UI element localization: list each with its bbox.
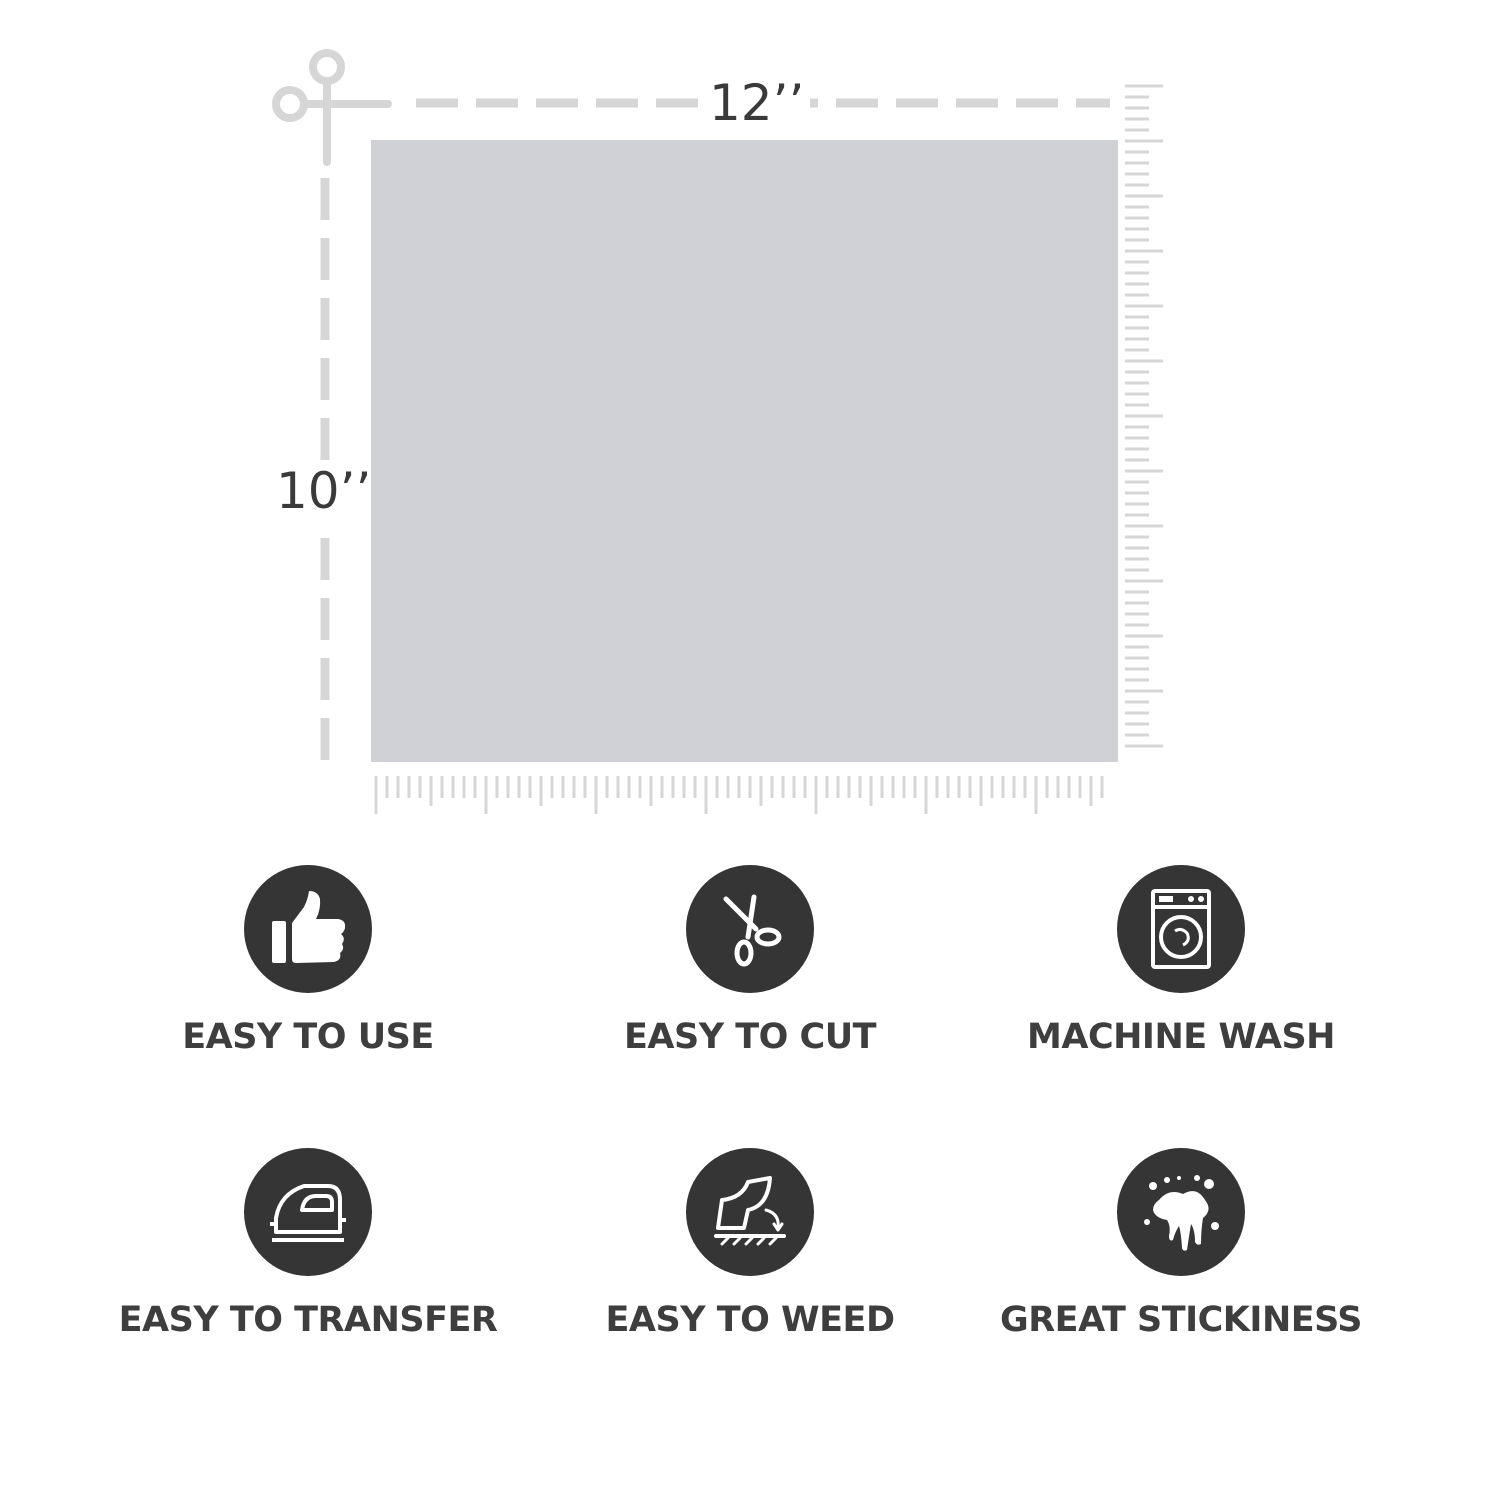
- right-ruler: [1125, 84, 1163, 748]
- feature-label: GREAT STICKINESS: [1000, 1300, 1363, 1340]
- thumbs-up-icon: [272, 891, 346, 963]
- feature-icon-circle: [1117, 865, 1245, 993]
- weeding-icon: [714, 1176, 786, 1246]
- feature-icon-circle: [1117, 1148, 1245, 1276]
- vinyl-sheet: [371, 140, 1118, 762]
- feature-machine-wash: MACHINE WASH: [971, 865, 1391, 1057]
- height-dimension-label: 10’’: [276, 462, 372, 520]
- feature-label: EASY TO USE: [182, 1017, 434, 1057]
- feature-great-stickiness: GREAT STICKINESS: [971, 1148, 1391, 1340]
- feature-easy-to-weed: EASY TO WEED: [540, 1148, 960, 1340]
- feature-easy-to-cut: EASY TO CUT: [540, 865, 960, 1057]
- feature-icon-circle: [686, 1148, 814, 1276]
- scissors-icon: [723, 894, 782, 967]
- feature-easy-to-use: EASY TO USE: [98, 865, 518, 1057]
- feature-label: MACHINE WASH: [1027, 1017, 1335, 1057]
- bottom-ruler: [374, 776, 1104, 814]
- feature-label: EASY TO CUT: [623, 1017, 877, 1057]
- feature-icon-circle: [686, 865, 814, 993]
- washing-machine-icon: [1151, 889, 1211, 969]
- splash-icon: [1144, 1175, 1219, 1251]
- iron-icon: [270, 1184, 346, 1242]
- feature-icon-circle: [244, 1148, 372, 1276]
- feature-icon-circle: [244, 865, 372, 993]
- width-dimension-label: 12’’: [703, 78, 811, 128]
- feature-easy-to-transfer: EASY TO TRANSFER: [98, 1148, 518, 1340]
- feature-label: EASY TO WEED: [605, 1300, 895, 1340]
- feature-label: EASY TO TRANSFER: [118, 1300, 498, 1340]
